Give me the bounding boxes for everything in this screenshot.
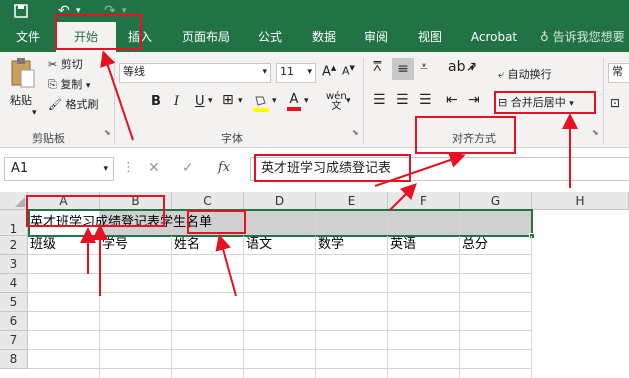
arrow-to-alignment-group: [374, 152, 466, 187]
annotation-arrows: [80, 50, 578, 297]
arrow-to-title-text: [215, 234, 237, 297]
arrow-to-home-tab: [100, 50, 134, 141]
arrow-to-formula-content: [389, 183, 417, 211]
